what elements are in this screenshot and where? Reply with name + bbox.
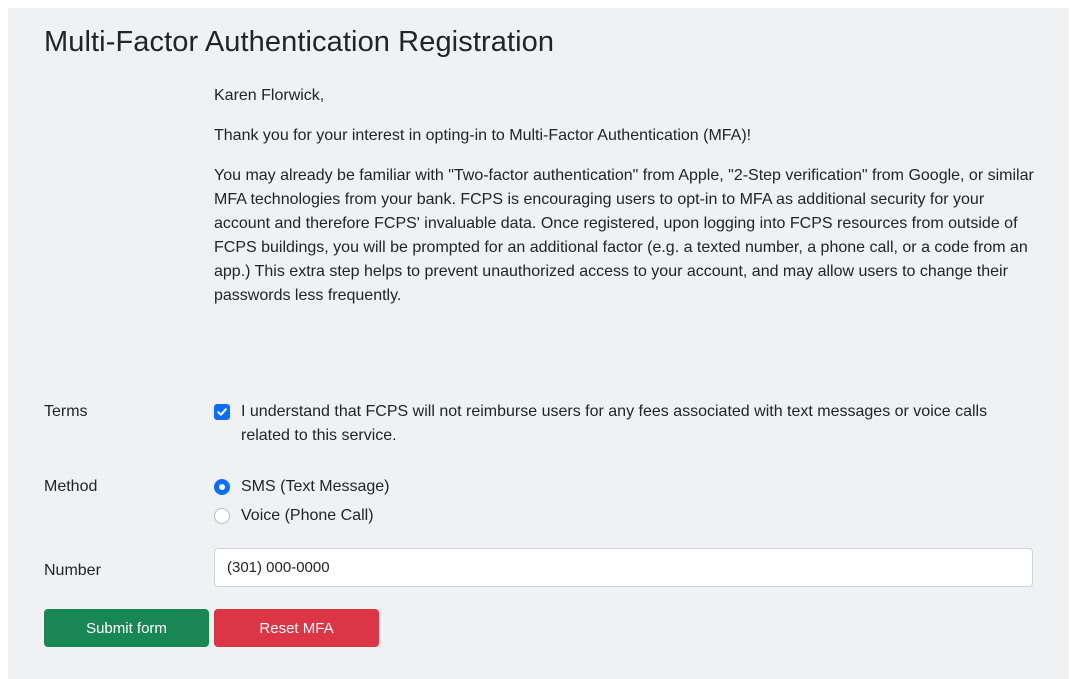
intro-text: Karen Florwick, Thank you for your inter…: [214, 84, 1034, 324]
terms-checkbox-label[interactable]: I understand that FCPS will not reimburs…: [214, 400, 1034, 448]
terms-checkbox-group: I understand that FCPS will not reimburs…: [214, 400, 1034, 448]
terms-checkbox[interactable]: [214, 404, 230, 420]
phone-number-input[interactable]: [214, 548, 1033, 587]
sms-radio-label[interactable]: SMS (Text Message): [214, 478, 389, 495]
reset-mfa-button[interactable]: Reset MFA: [214, 609, 379, 647]
method-option-voice[interactable]: Voice (Phone Call): [214, 504, 374, 528]
checkmark-icon: [217, 408, 227, 416]
sms-radio[interactable]: [214, 479, 230, 495]
method-option-sms[interactable]: SMS (Text Message): [214, 475, 389, 499]
thanks-message: Thank you for your interest in opting-in…: [214, 127, 752, 144]
voice-radio-label[interactable]: Voice (Phone Call): [214, 507, 374, 524]
terms-label: Terms: [44, 403, 88, 420]
page-title: Multi-Factor Authentication Registration: [44, 26, 555, 58]
submit-form-button[interactable]: Submit form: [44, 609, 209, 647]
mfa-description: You may already be familiar with "Two-fa…: [214, 167, 1034, 304]
greeting: Karen Florwick,: [214, 87, 325, 104]
method-label: Method: [44, 478, 98, 495]
number-label: Number: [44, 562, 101, 579]
voice-radio[interactable]: [214, 508, 230, 524]
